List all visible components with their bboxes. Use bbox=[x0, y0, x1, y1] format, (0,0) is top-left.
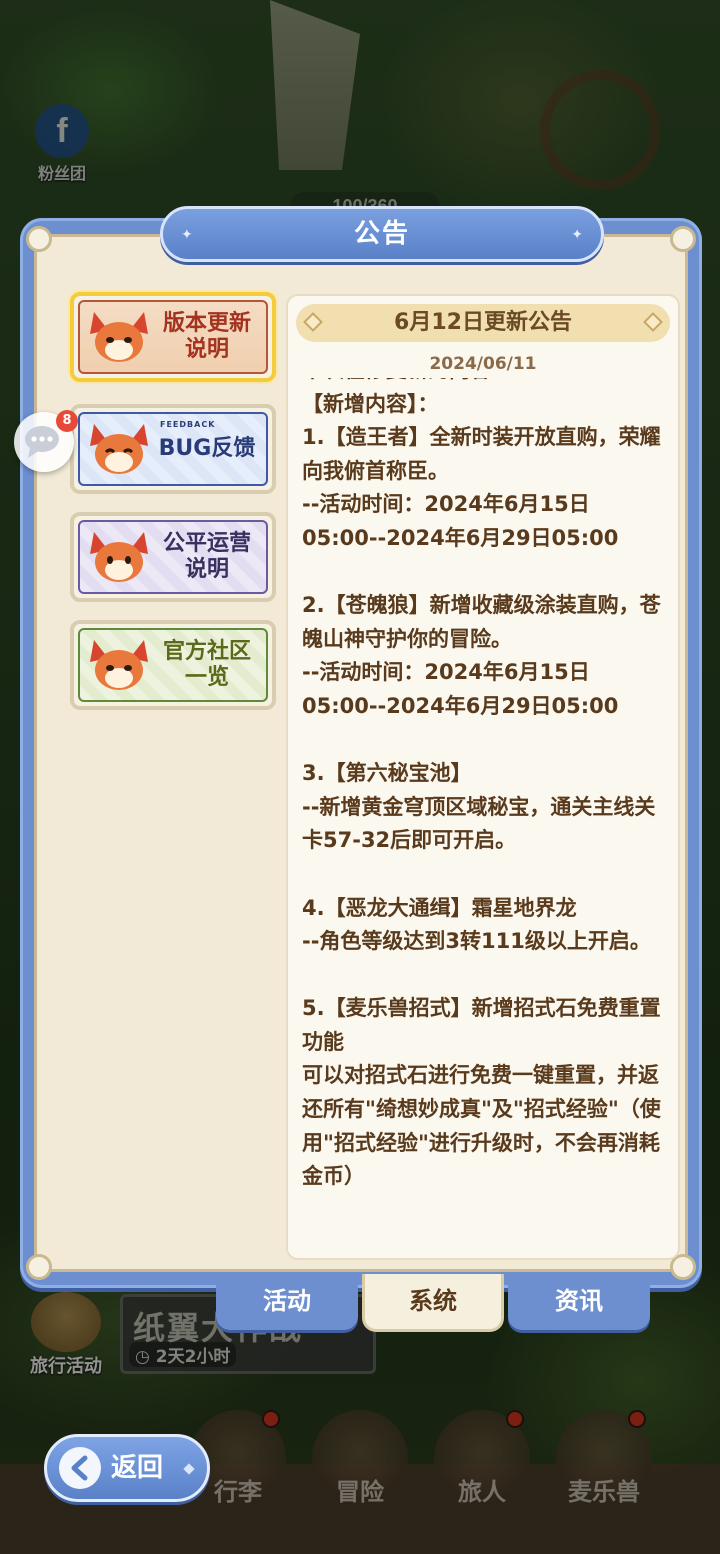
diamond-ornament-icon bbox=[183, 1463, 195, 1475]
corner-ornament bbox=[670, 226, 696, 252]
panel-title: 公告 bbox=[353, 219, 410, 249]
announcement-panel: 版本更新 说明 FEEDBACK BUG反馈 公平运营 说明 官方社区 一览 6… bbox=[20, 206, 702, 1288]
fox-mascot-icon bbox=[90, 640, 148, 690]
announcement-tabs: 活动 系统 资讯 bbox=[216, 1274, 652, 1334]
diamond-ornament-icon bbox=[303, 312, 323, 332]
announcement-body: 本次在修复新的内容： 【新增内容】： 1.【造王者】全新时装开放直购，荣耀向我俯首… bbox=[302, 378, 668, 1244]
chat-button[interactable]: 8 bbox=[14, 410, 78, 472]
back-arrow-icon bbox=[59, 1447, 101, 1489]
category-official-community[interactable]: 官方社区 一览 bbox=[70, 620, 276, 710]
announcement-text: 【新增内容】： 1.【造王者】全新时装开放直购，荣耀向我俯首称臣。 --活动时间… bbox=[302, 391, 661, 1189]
panel-body: 版本更新 说明 FEEDBACK BUG反馈 公平运营 说明 官方社区 一览 6… bbox=[26, 226, 696, 1280]
announcement-partial-line: 本次在修复新的内容： bbox=[302, 378, 668, 388]
tab-news[interactable]: 资讯 bbox=[508, 1274, 650, 1330]
announcement-content[interactable]: 6月12日更新公告 2024/06/11 本次在修复新的内容： 【新增内容】： 1… bbox=[286, 294, 680, 1260]
corner-ornament bbox=[26, 226, 52, 252]
back-label: 返回 bbox=[111, 1453, 164, 1483]
chat-badge: 8 bbox=[56, 410, 78, 432]
fox-mascot-icon bbox=[90, 424, 148, 474]
category-version-update[interactable]: 版本更新 说明 bbox=[70, 292, 276, 382]
chat-bubble-icon bbox=[25, 426, 59, 458]
diamond-ornament-icon bbox=[643, 312, 663, 332]
back-button[interactable]: 返回 bbox=[44, 1434, 210, 1502]
announcement-date: 2024/06/11 bbox=[429, 354, 537, 374]
fox-mascot-icon bbox=[90, 532, 148, 582]
announcement-title: 6月12日更新公告 bbox=[296, 304, 670, 342]
tab-system[interactable]: 系统 bbox=[362, 1274, 504, 1332]
tab-activity[interactable]: 活动 bbox=[216, 1274, 358, 1330]
category-fair-operation[interactable]: 公平运营 说明 bbox=[70, 512, 276, 602]
sparkle-icon: ✦ bbox=[181, 227, 193, 243]
corner-ornament bbox=[26, 1254, 52, 1280]
sparkle-icon: ✦ bbox=[571, 227, 583, 243]
category-bug-feedback[interactable]: FEEDBACK BUG反馈 bbox=[70, 404, 276, 494]
fox-mascot-icon bbox=[90, 312, 148, 362]
panel-title-tab: ✦ 公告 ✦ bbox=[160, 206, 604, 262]
